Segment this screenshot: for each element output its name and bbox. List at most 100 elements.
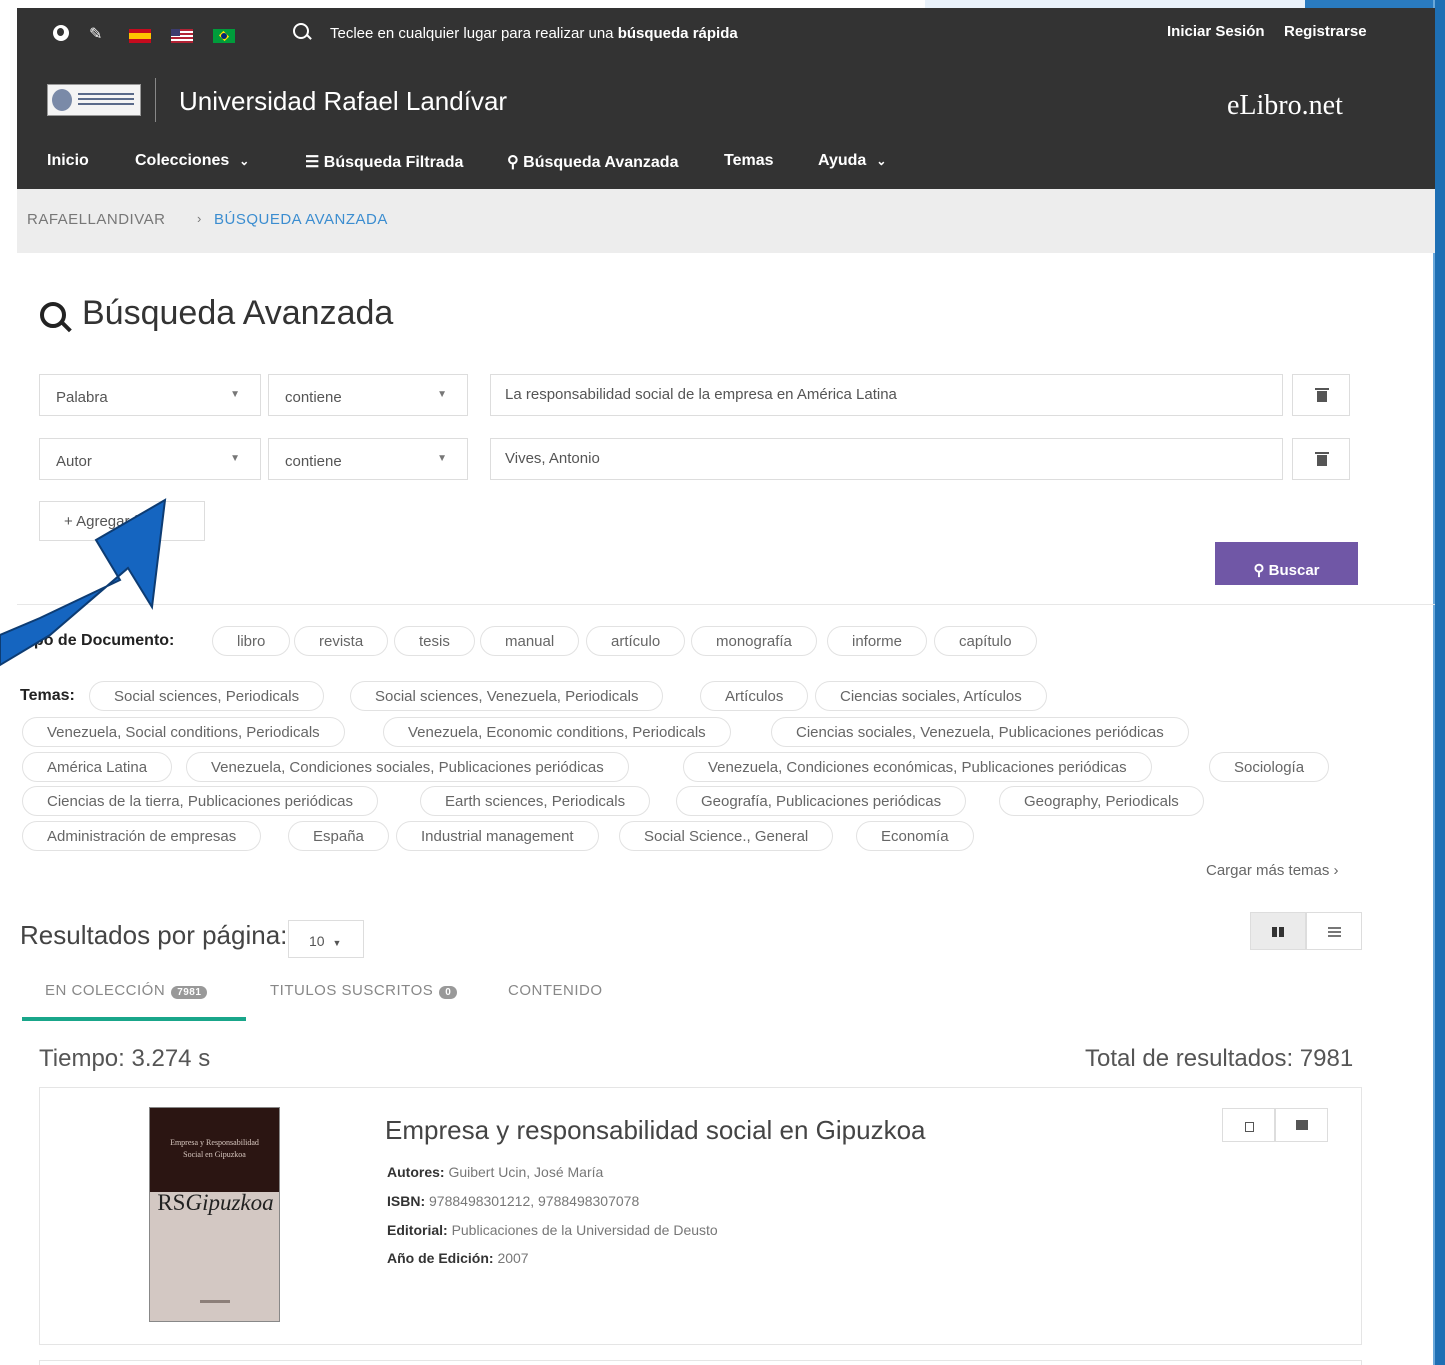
elibro-logo[interactable]: eLibro.net <box>1227 90 1343 122</box>
count-badge: 0 <box>439 986 458 999</box>
topic-chip[interactable]: Venezuela, Social conditions, Periodical… <box>22 717 345 747</box>
university-name[interactable]: Universidad Rafael Landívar <box>179 86 507 117</box>
topic-chip[interactable]: Ciencias sociales, Artículos <box>815 681 1047 711</box>
search-term-input[interactable]: Vives, Antonio <box>490 438 1283 480</box>
operator-select-value: contiene <box>285 453 342 470</box>
topic-chip[interactable]: Ciencias de la tierra, Publicaciones per… <box>22 786 378 816</box>
meta-label: Año de Edición: <box>387 1250 494 1266</box>
trash-icon[interactable] <box>1292 374 1350 416</box>
meta-value[interactable]: Publicaciones de la Universidad de Deust… <box>452 1222 718 1238</box>
caret-down-icon: ▼ <box>230 389 240 400</box>
bookmark-icon[interactable] <box>1222 1108 1275 1142</box>
save-icon[interactable] <box>1275 1108 1328 1142</box>
book-cover[interactable]: Empresa y Responsabilidad Social en Gipu… <box>149 1107 280 1322</box>
operator-select[interactable]: contiene ▼ <box>268 438 468 480</box>
decorative-side-band <box>1435 0 1445 1365</box>
list-view-icon[interactable] <box>1306 912 1362 950</box>
topic-chip[interactable]: Geografía, Publicaciones periódicas <box>676 786 967 816</box>
breadcrumb-separator-icon: › <box>197 211 202 226</box>
nav-busqueda-filtrada[interactable]: ☰ Búsqueda Filtrada <box>305 152 463 172</box>
doc-type-chip[interactable]: informe <box>827 626 928 656</box>
cover-title-b: Gipuzkoa <box>185 1190 274 1215</box>
breadcrumb-root[interactable]: RAFAELLANDIVAR <box>27 211 165 228</box>
cover-text: Social en Gipuzkoa <box>183 1150 246 1159</box>
topic-chip[interactable]: Earth sciences, Periodicals <box>420 786 651 816</box>
operator-select[interactable]: contiene ▼ <box>268 374 468 416</box>
active-tab-indicator <box>22 1017 246 1021</box>
annotation-arrow-icon <box>0 498 167 667</box>
doc-type-chip[interactable]: manual <box>480 626 580 656</box>
topic-chip[interactable]: Venezuela, Economic conditions, Periodic… <box>383 717 731 747</box>
doc-type-chip[interactable]: artículo <box>586 626 686 656</box>
tab-label: TITULOS SUSCRITOS <box>270 982 434 999</box>
result-authors: Autores: Guibert Ucin, José María <box>387 1164 603 1180</box>
meta-label: ISBN: <box>387 1193 426 1209</box>
meta-label: Autores: <box>387 1164 445 1180</box>
topic-chip[interactable]: Sociología <box>1209 752 1330 782</box>
search-term-input[interactable]: La responsabilidad social de la empresa … <box>490 374 1283 416</box>
search-button-label: Buscar <box>1268 561 1320 579</box>
doc-type-chip[interactable]: tesis <box>394 626 475 656</box>
nav-busqueda-avanzada[interactable]: ⚲ Búsqueda Avanzada <box>507 152 678 172</box>
nav-filtrada-label: Búsqueda Filtrada <box>323 154 464 171</box>
doc-type-chip[interactable]: revista <box>294 626 389 656</box>
spain-flag-icon[interactable] <box>129 29 151 43</box>
meta-value[interactable]: Guibert Ucin, José María <box>448 1164 603 1180</box>
search-time: Tiempo: 3.274 s <box>39 1045 211 1072</box>
result-title-link[interactable]: Empresa y responsabilidad social en Gipu… <box>385 1115 926 1146</box>
quick-search-prefix: Teclee en cualquier lugar para realizar … <box>330 25 618 42</box>
topic-chip[interactable]: América Latina <box>22 752 173 782</box>
login-link[interactable]: Iniciar Sesión <box>1167 23 1265 40</box>
topic-chip[interactable]: Administración de empresas <box>22 821 262 851</box>
results-per-page-label: Resultados por página: <box>20 920 288 950</box>
result-publisher: Editorial: Publicaciones de la Universid… <box>387 1222 718 1238</box>
topic-chip[interactable]: Social sciences, Venezuela, Periodicals <box>350 681 664 711</box>
topic-chip[interactable]: Ciencias sociales, Venezuela, Publicacio… <box>771 717 1189 747</box>
brand-divider <box>155 78 156 122</box>
load-more-topics-link[interactable]: Cargar más temas › <box>1206 862 1339 879</box>
topic-chip[interactable]: Venezuela, Condiciones sociales, Publica… <box>186 752 629 782</box>
nav-inicio[interactable]: Inicio <box>47 152 89 170</box>
results-per-page-value: 10 <box>309 933 325 949</box>
breadcrumb-current[interactable]: BÚSQUEDA AVANZADA <box>214 211 388 228</box>
filter-icon: ☰ <box>305 154 324 171</box>
university-logo[interactable] <box>47 84 141 116</box>
quick-search-hint[interactable]: Teclee en cualquier lugar para realizar … <box>330 25 738 42</box>
topic-chip[interactable]: Geography, Periodicals <box>999 786 1204 816</box>
tab-en-coleccion[interactable]: EN COLECCIÓN 7981 <box>45 982 208 999</box>
doc-type-chip[interactable]: capítulo <box>934 626 1037 656</box>
caret-down-icon: ▼ <box>230 453 240 464</box>
register-link[interactable]: Registrarse <box>1284 23 1367 40</box>
topic-chip[interactable]: Social Science., General <box>619 821 834 851</box>
doc-type-chip[interactable]: monografía <box>691 626 817 656</box>
globe-icon[interactable] <box>53 25 69 41</box>
quick-search-bold: búsqueda rápida <box>617 25 738 42</box>
tab-contenido[interactable]: CONTENIDO <box>508 982 603 999</box>
topic-chip[interactable]: Industrial management <box>396 821 599 851</box>
tab-titulos-suscritos[interactable]: TITULOS SUSCRITOS 0 <box>270 982 458 999</box>
result-year: Año de Edición: 2007 <box>387 1250 529 1266</box>
meta-value: 9788498301212, 9788498307078 <box>429 1193 640 1209</box>
topic-chip[interactable]: Artículos <box>700 681 809 711</box>
nav-avanzada-label: Búsqueda Avanzada <box>523 154 679 171</box>
topic-chip[interactable]: Venezuela, Condiciones económicas, Publi… <box>683 752 1152 782</box>
pen-icon[interactable]: ✎ <box>89 24 102 44</box>
utility-bar: ✎ Teclee en cualquier lugar para realiza… <box>17 8 1435 60</box>
usa-flag-icon[interactable] <box>171 29 193 43</box>
trash-icon[interactable] <box>1292 438 1350 480</box>
topic-chip[interactable]: Economía <box>856 821 974 851</box>
meta-label: Editorial: <box>387 1222 448 1238</box>
topic-chip[interactable]: España <box>288 821 389 851</box>
search-icon: ⚲ <box>1253 561 1269 579</box>
search-button[interactable]: ⚲ Buscar <box>1215 542 1358 585</box>
tab-label: EN COLECCIÓN <box>45 982 166 999</box>
grid-view-icon[interactable] <box>1250 912 1306 950</box>
results-per-page-select[interactable]: 10 ▼ <box>288 920 364 958</box>
brazil-flag-icon[interactable] <box>213 29 235 43</box>
breadcrumb: RAFAELLANDIVAR › BÚSQUEDA AVANZADA <box>17 189 1435 253</box>
search-icon[interactable] <box>293 23 309 39</box>
nav-temas[interactable]: Temas <box>724 152 774 170</box>
nav-colecciones[interactable]: Colecciones ⌄ <box>135 152 249 170</box>
nav-ayuda[interactable]: Ayuda ⌄ <box>818 152 886 170</box>
field-select[interactable]: Palabra ▼ <box>39 374 261 416</box>
